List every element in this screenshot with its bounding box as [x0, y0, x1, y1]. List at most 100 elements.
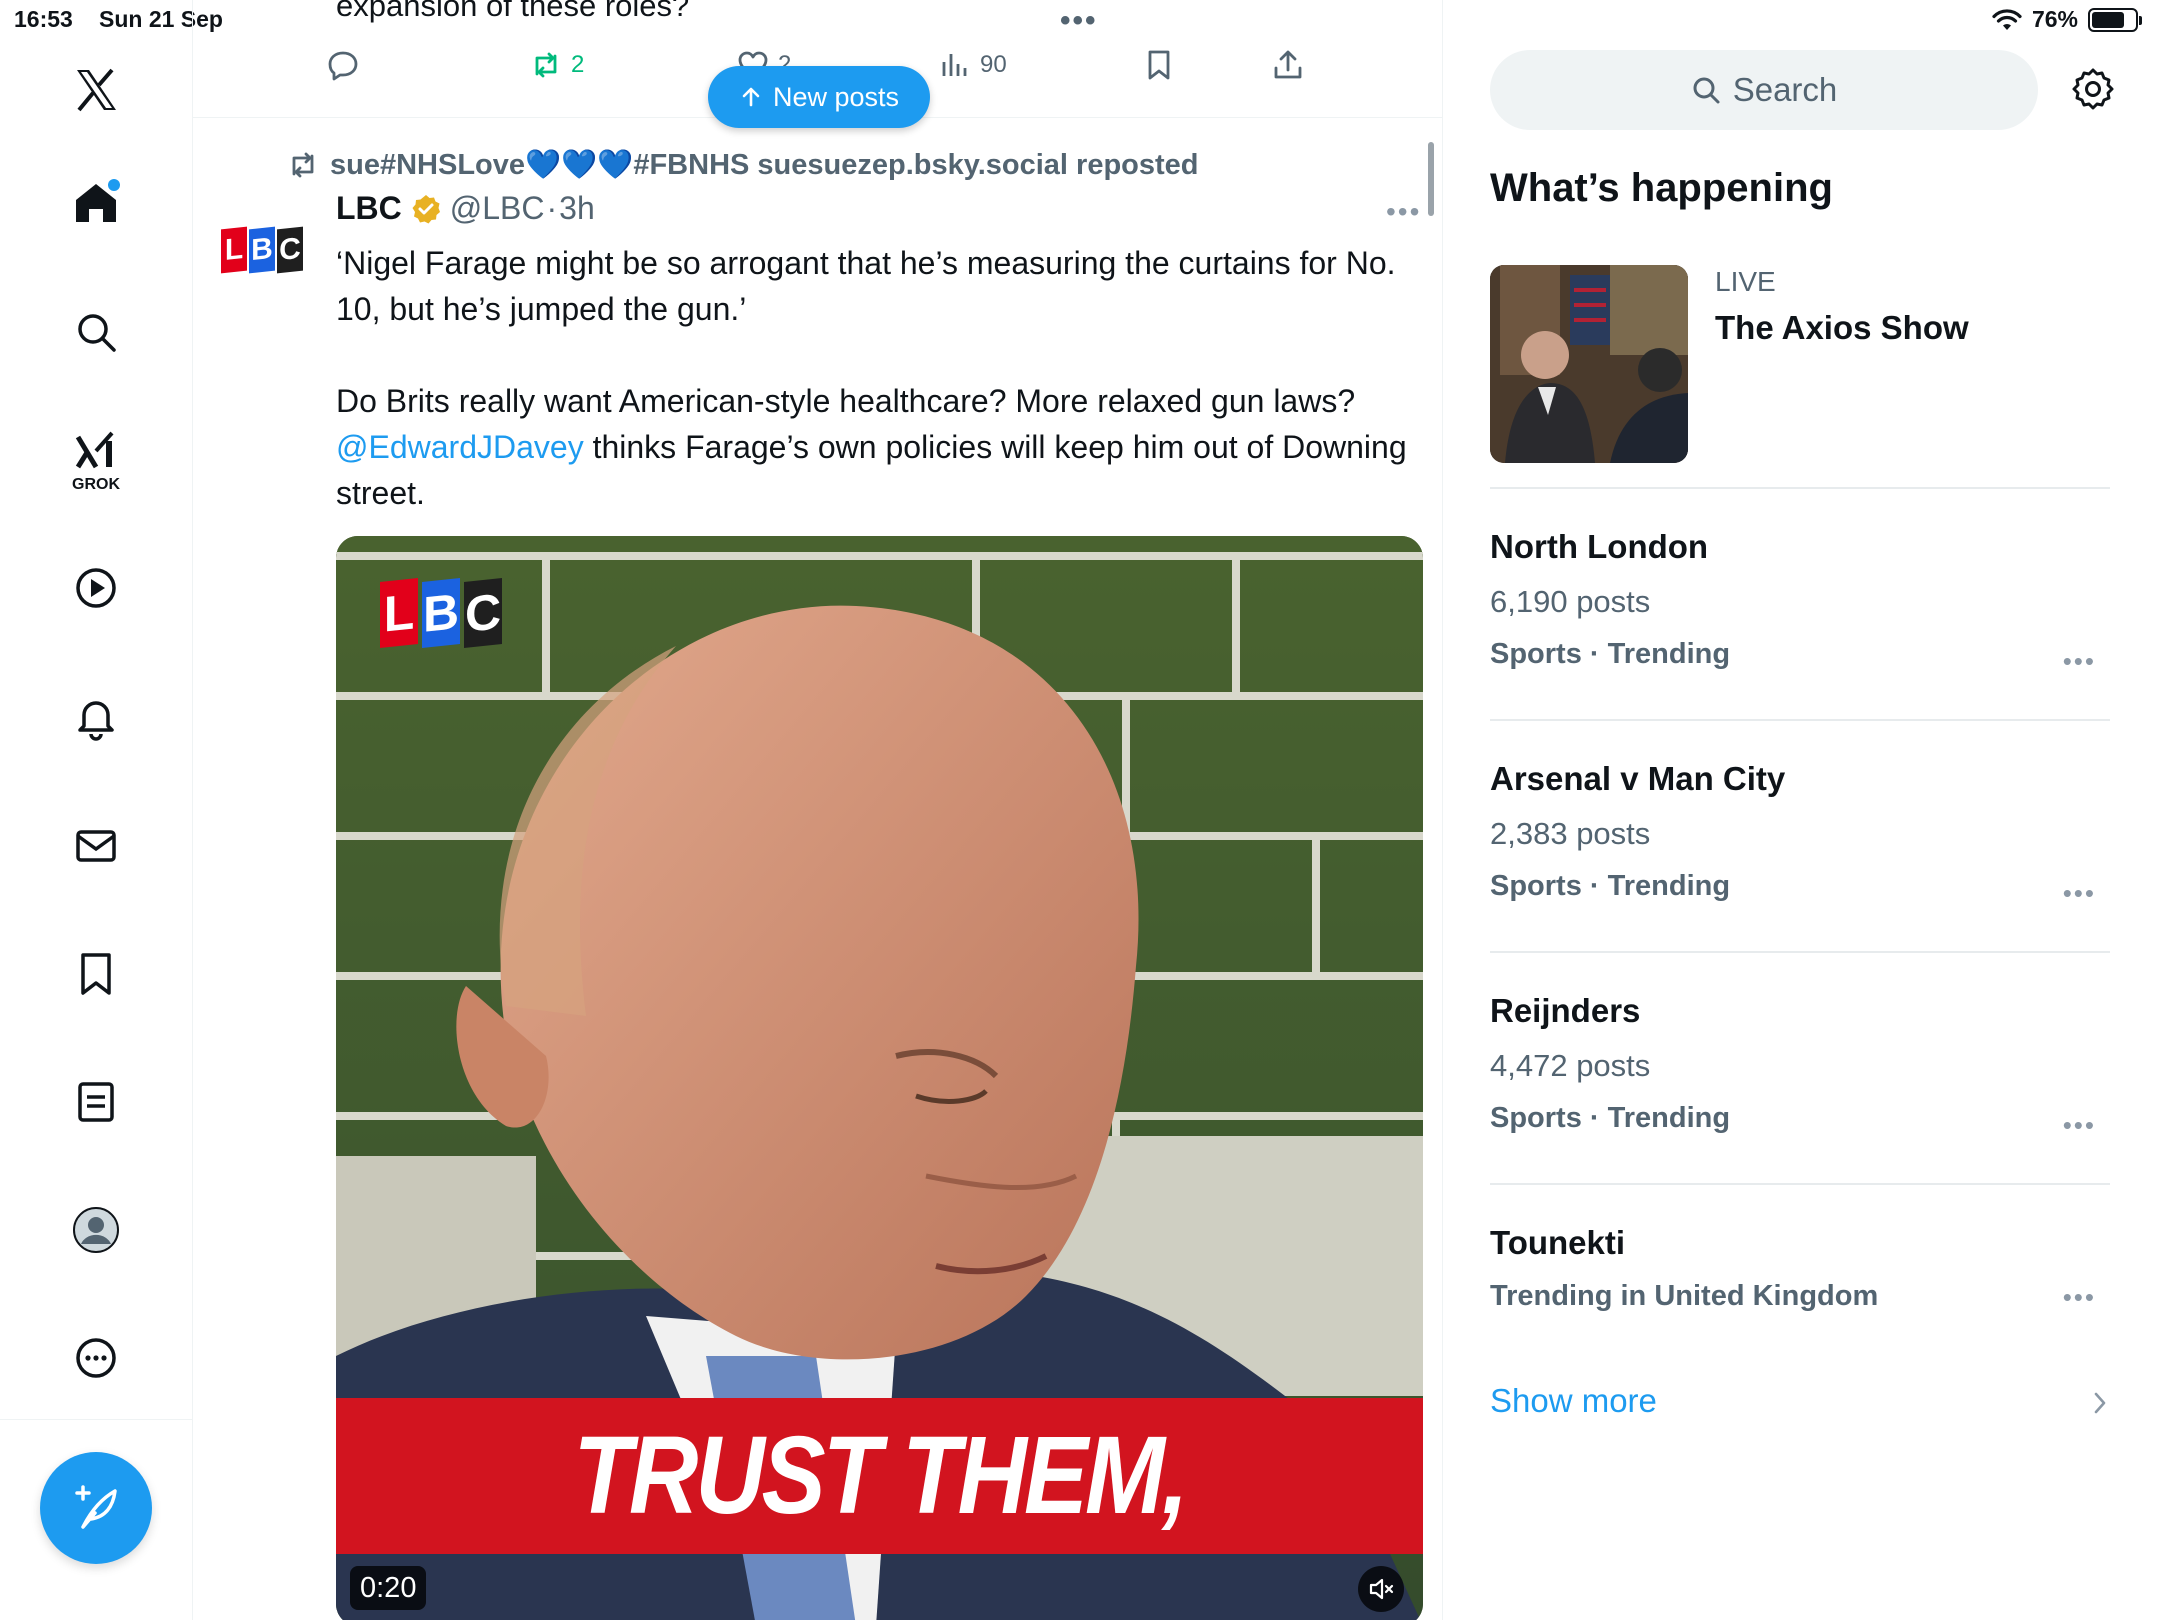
live-label: LIVE [1715, 266, 1776, 297]
grok-icon[interactable]: GROK [56, 420, 136, 500]
share-button[interactable] [1271, 48, 1305, 82]
scrollbar[interactable] [1428, 142, 1434, 216]
avatar-letter-b: B [249, 226, 275, 274]
home-notification-dot [108, 179, 120, 191]
reposter-name: sue#NHSLove [330, 148, 526, 181]
video-icon[interactable] [56, 548, 136, 628]
explore-icon[interactable] [56, 292, 136, 372]
trend-category: Trending in United Kingdom [1490, 1280, 1879, 1312]
reply-button[interactable] [326, 48, 360, 82]
share-icon [1274, 50, 1302, 79]
post-text-line2-before: Do Brits really want American-style heal… [336, 383, 1356, 419]
left-navigation: GROK [0, 0, 193, 1620]
reposter-suffix: #FBNHS suesuezep.bsky.social reposted [633, 148, 1199, 181]
post-text: ‘Nigel Farage might be so arrogant that … [336, 240, 1426, 516]
handle-dot: · [546, 190, 558, 226]
post-video[interactable]: L B C TRUST THEM, 0:20 [336, 536, 1423, 1620]
compose-post-icon [75, 1485, 117, 1529]
trend-item[interactable]: Tounekti Trending in United Kingdom ••• [1490, 1224, 2110, 1313]
section-title: What’s happening [1490, 166, 1833, 210]
repost-icon [292, 152, 314, 178]
trend-count: 2,383 posts [1490, 816, 1651, 851]
reposted-by[interactable]: sue#NHSLove 💙💙💙 #FBNHS suesuezep.bsky.so… [286, 148, 1199, 182]
trend-name: Tounekti [1490, 1224, 1626, 1261]
trend-more-icon[interactable]: ••• [2063, 878, 2096, 909]
video-lbc-logo: L B C [380, 578, 502, 648]
author-avatar[interactable]: L B C [221, 226, 303, 276]
reposter-hearts: 💙💙💙 [525, 149, 634, 181]
avatar-letter-l: L [221, 226, 247, 274]
verified-badge-icon [412, 194, 440, 223]
previous-post-more-icon[interactable]: ••• [1060, 4, 1098, 38]
new-posts-button[interactable]: New posts [708, 66, 930, 128]
video-logo-letter-b: B [422, 578, 460, 648]
arrow-up-icon [742, 87, 760, 107]
views-icon [942, 54, 967, 76]
trend-category: Sports · Trending [1490, 1102, 1731, 1134]
repost-icon [535, 52, 557, 78]
reply-icon [328, 51, 358, 81]
views-button[interactable]: 90 [938, 48, 1007, 82]
post-text-line1: ‘Nigel Farage might be so arrogant that … [336, 245, 1396, 327]
live-thumbnail-image [1490, 265, 1688, 463]
bookmarks-icon[interactable] [56, 934, 136, 1014]
grok-label: GROK [72, 476, 120, 493]
notifications-icon[interactable] [56, 677, 136, 757]
trend-name: North London [1490, 528, 1709, 565]
repost-button[interactable]: 2 [529, 48, 584, 82]
trend-item[interactable]: Reijnders 4,472 posts Sports · Trending … [1490, 992, 2110, 1140]
repost-count: 2 [571, 51, 585, 78]
timeline: expansion of these roles? ••• 2 2 90 New… [193, 0, 1443, 1620]
trend-more-icon[interactable]: ••• [2063, 1282, 2096, 1313]
profile-icon[interactable] [56, 1190, 136, 1270]
author-name[interactable]: LBC [336, 190, 402, 227]
trend-name: Arsenal v Man City [1490, 760, 1786, 797]
post-text-line2: Do Brits really want American-style heal… [336, 378, 1426, 516]
settings-gear-icon[interactable] [2070, 66, 2116, 112]
live-thumbnail[interactable] [1490, 265, 1688, 463]
x-logo-icon[interactable] [56, 50, 136, 130]
search-input[interactable]: Search [1490, 50, 2038, 130]
sidebar-divider [1490, 487, 2110, 489]
trend-category: Sports · Trending [1490, 638, 1731, 670]
mention-link[interactable]: @EdwardJDavey [336, 429, 584, 465]
sidebar-divider [1490, 1183, 2110, 1185]
video-caption-bar: TRUST THEM, [336, 1398, 1423, 1554]
show-more-link[interactable]: Show more [1490, 1382, 1657, 1420]
previous-post-text: expansion of these roles? [336, 0, 690, 23]
views-count: 90 [980, 51, 1007, 78]
trend-count: 4,472 posts [1490, 1048, 1651, 1083]
more-icon[interactable] [56, 1318, 136, 1398]
compose-post-button[interactable] [40, 1452, 152, 1564]
video-logo-letter-l: L [380, 578, 418, 648]
trend-name: Reijnders [1490, 992, 1641, 1029]
lists-icon[interactable] [56, 1062, 136, 1142]
bookmark-button[interactable] [1142, 48, 1176, 82]
bookmark-icon [1148, 50, 1170, 80]
sidebar-divider [1490, 719, 2110, 721]
search-placeholder: Search [1732, 71, 1838, 108]
avatar-letter-c: C [277, 226, 303, 274]
trend-more-icon[interactable]: ••• [2063, 1110, 2096, 1141]
post-more-icon[interactable]: ••• [1386, 196, 1421, 228]
trend-item[interactable]: Arsenal v Man City 2,383 posts Sports · … [1490, 760, 2110, 908]
new-posts-label: New posts [772, 81, 900, 112]
right-sidebar: Search What’s happening LIVE The Axios S… [1443, 0, 2160, 1620]
search-icon [1693, 77, 1720, 104]
trend-more-icon[interactable]: ••• [2063, 646, 2096, 677]
live-title[interactable]: The Axios Show [1715, 309, 1969, 347]
post-author-line: LBC @LBC · 3h [336, 190, 595, 227]
messages-icon[interactable] [56, 806, 136, 886]
post-time[interactable]: 3h [559, 190, 595, 227]
trend-category: Sports · Trending [1490, 870, 1731, 902]
speaker-muted-icon [1369, 1578, 1394, 1600]
trend-count: 6,190 posts [1490, 584, 1651, 619]
nav-divider [0, 1419, 193, 1420]
chevron-right-icon[interactable] [2088, 1388, 2112, 1418]
video-caption: TRUST THEM, [573, 1413, 1188, 1537]
mute-button[interactable] [1358, 1566, 1404, 1612]
video-logo-letter-c: C [464, 578, 502, 648]
home-icon[interactable] [56, 163, 136, 243]
trend-item[interactable]: North London 6,190 posts Sports · Trendi… [1490, 528, 2110, 676]
author-handle[interactable]: @LBC [450, 190, 545, 227]
